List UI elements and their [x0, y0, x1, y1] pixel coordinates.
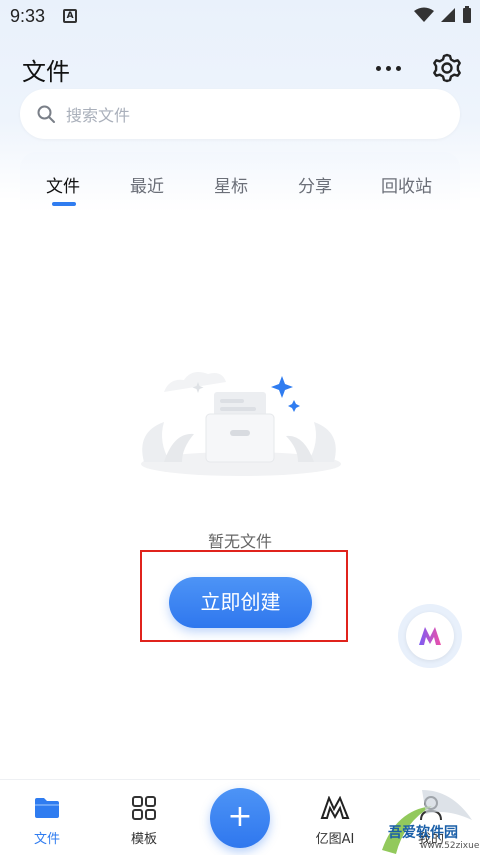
ai-logo-icon	[320, 796, 350, 820]
more-dot-icon	[376, 65, 381, 71]
nav-templates-label: 模板	[130, 832, 157, 847]
empty-box-illustration	[141, 372, 341, 476]
tab-recycle-bin[interactable]: 回收站	[381, 172, 432, 197]
watermark-text: 吾爱软件园	[388, 825, 458, 841]
battery-icon	[463, 6, 471, 23]
status-bar: 9:33 A	[0, 0, 480, 32]
nav-files[interactable]: 文件	[12, 794, 82, 847]
more-dot-icon	[386, 65, 391, 71]
tab-active-indicator	[52, 202, 76, 206]
search-placeholder: 搜索文件	[66, 106, 131, 125]
signal-icon	[441, 8, 455, 22]
tab-starred[interactable]: 星标	[214, 172, 248, 197]
tab-bar: 文件 最近 星标 分享 回收站	[20, 152, 460, 212]
gear-icon	[433, 53, 461, 83]
tab-recent[interactable]: 最近	[130, 172, 164, 197]
nav-ai[interactable]: 亿图AI	[300, 794, 370, 847]
wifi-icon	[414, 7, 434, 22]
settings-button[interactable]	[431, 52, 463, 84]
status-icons	[414, 6, 472, 24]
nav-templates[interactable]: 模板	[109, 794, 179, 847]
create-now-button[interactable]: 立即创建	[169, 577, 312, 628]
add-button[interactable]: +	[210, 788, 270, 848]
empty-message: 暂无文件	[207, 532, 272, 551]
ai-logo-icon	[419, 627, 441, 645]
tab-shared[interactable]: 分享	[298, 172, 332, 197]
search-input[interactable]: 搜索文件	[20, 89, 460, 139]
nav-files-label: 文件	[33, 832, 60, 847]
ai-float-button[interactable]	[398, 604, 462, 668]
folder-icon	[35, 798, 59, 818]
more-options-button[interactable]	[376, 58, 406, 78]
more-dot-icon	[396, 65, 401, 71]
page-title: 文件	[22, 58, 70, 86]
watermark-url: www.52zixue.com	[420, 841, 480, 851]
ai-float-inner	[406, 612, 454, 660]
status-time: 9:33	[10, 5, 46, 26]
grid-icon	[132, 796, 156, 820]
tab-files[interactable]: 文件	[46, 172, 80, 197]
notification-icon: A	[63, 9, 78, 23]
search-icon	[37, 105, 55, 123]
nav-ai-label: 亿图AI	[315, 832, 355, 847]
